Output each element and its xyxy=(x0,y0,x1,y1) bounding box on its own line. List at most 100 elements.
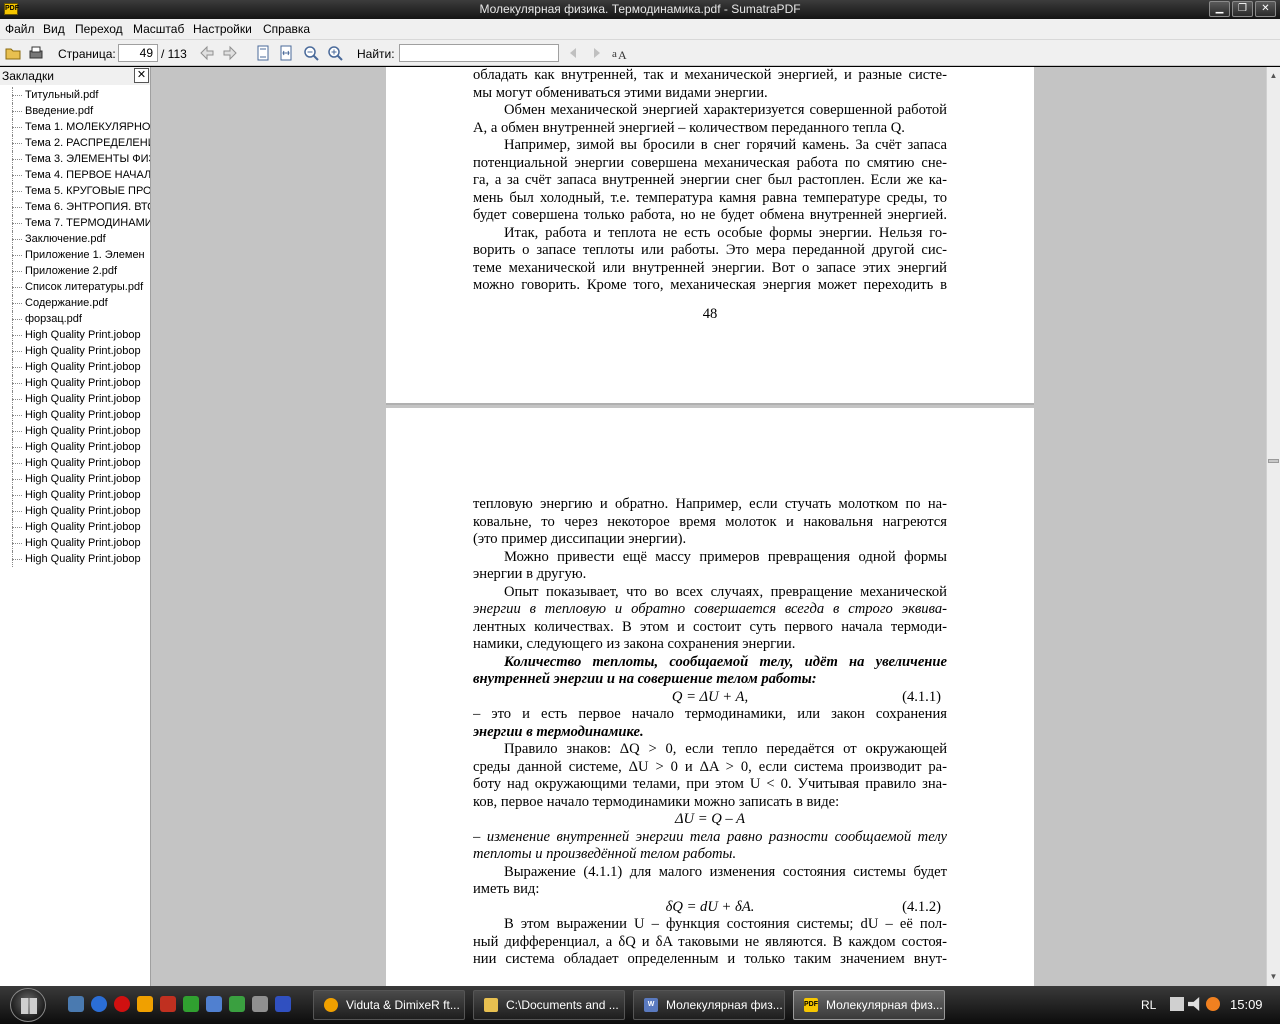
match-case-icon[interactable]: aA xyxy=(611,44,629,62)
media-icon[interactable] xyxy=(183,996,199,1012)
menu-zoom[interactable]: Масштаб xyxy=(133,22,184,36)
menu-file[interactable]: Файл xyxy=(5,22,35,36)
menu-go[interactable]: Переход xyxy=(75,22,123,36)
bookmark-item[interactable]: High Quality Print.jobop xyxy=(0,375,150,391)
page-label: Страница: xyxy=(58,47,116,61)
tray-app-icon[interactable] xyxy=(1206,997,1220,1011)
bookmark-item[interactable]: Приложение 2.pdf xyxy=(0,263,150,279)
document-viewer[interactable]: обладать как внутренней, так и механичес… xyxy=(151,67,1266,986)
find-previous-icon[interactable] xyxy=(565,44,583,62)
text-line: мень был холодный, т.е. температура камн… xyxy=(473,189,947,206)
text-line: энергии в другую. xyxy=(473,566,587,582)
aimp-icon[interactable] xyxy=(137,996,153,1012)
bookmarks-sidebar: Закладки ✕ Титульный.pdf Введение.pdf Тема… xyxy=(0,67,151,986)
task-aimp[interactable]: Viduta & DimixeR ft... xyxy=(313,990,465,1020)
open-folder-icon[interactable] xyxy=(4,44,22,62)
task-label: Viduta & DimixeR ft... xyxy=(346,998,460,1012)
bookmark-item[interactable]: High Quality Print.jobop xyxy=(0,519,150,535)
page48-text: обладать как внутренней, так и механичес… xyxy=(473,67,947,295)
bookmark-item[interactable]: Список литературы.pdf xyxy=(0,279,150,295)
bookmark-item[interactable]: High Quality Print.jobop xyxy=(0,487,150,503)
text-line: теплоты и произведённой телом работы. xyxy=(473,846,737,862)
bookmark-item[interactable]: Заключение.pdf xyxy=(0,231,150,247)
bookmark-item[interactable]: High Quality Print.jobop xyxy=(0,359,150,375)
bookmark-item[interactable]: Титульный.pdf xyxy=(0,87,150,103)
volume-icon[interactable] xyxy=(1188,997,1200,1011)
bookmark-item[interactable]: High Quality Print.jobop xyxy=(0,439,150,455)
next-page-icon[interactable] xyxy=(221,44,239,62)
page-number-input[interactable] xyxy=(118,44,158,62)
scroll-up-icon[interactable]: ▲ xyxy=(1267,69,1280,83)
close-window-button[interactable]: ✕ xyxy=(1255,1,1276,17)
bookmark-item[interactable]: Введение.pdf xyxy=(0,103,150,119)
text-line: энергии в тепловую и обратно совершается… xyxy=(473,601,947,617)
find-label: Найти: xyxy=(357,47,395,61)
maximize-button[interactable]: ❐ xyxy=(1232,1,1253,17)
bookmark-item[interactable]: High Quality Print.jobop xyxy=(0,535,150,551)
bookmark-item[interactable]: Приложение 1. Элемен xyxy=(0,247,150,263)
network-tray-icon[interactable] xyxy=(1170,997,1184,1011)
bookmark-item[interactable]: Содержание.pdf xyxy=(0,295,150,311)
text-line: Например, зимой вы бросили в снег горячи… xyxy=(504,137,947,153)
fit-width-icon[interactable] xyxy=(277,44,295,62)
bookmark-item[interactable]: Тема 7. ТЕРМОДИНАМИ xyxy=(0,215,150,231)
bookmark-item[interactable]: High Quality Print.jobop xyxy=(0,343,150,359)
zoom-out-icon[interactable] xyxy=(302,44,320,62)
app-launcher-icon[interactable] xyxy=(160,996,176,1012)
svg-text:A: A xyxy=(618,48,627,62)
text-line: энергии в термодинамике. xyxy=(473,723,644,740)
fit-page-icon[interactable] xyxy=(254,44,272,62)
show-desktop-icon[interactable] xyxy=(68,996,84,1012)
zoom-in-icon[interactable] xyxy=(326,44,344,62)
bookmark-item[interactable]: Тема 3. ЭЛЕМЕНТЫ ФИЗИ xyxy=(0,151,150,167)
minimize-button[interactable]: ▁ xyxy=(1209,1,1230,17)
bookmark-item[interactable]: Тема 5. КРУГОВЫЕ ПРО xyxy=(0,183,150,199)
bookmark-item[interactable]: High Quality Print.jobop xyxy=(0,423,150,439)
bookmark-item[interactable]: Тема 1. МОЛЕКУЛЯРНО- xyxy=(0,119,150,135)
network-app-icon[interactable] xyxy=(206,996,222,1012)
task-word[interactable]: W Молекулярная физ... xyxy=(633,990,785,1020)
text-line: Количество теплоты, сообщаемой телу, идё… xyxy=(504,653,947,670)
scroll-down-icon[interactable]: ▼ xyxy=(1267,970,1280,984)
task-explorer[interactable]: C:\Documents and ... xyxy=(473,990,625,1020)
bookmark-item[interactable]: форзац.pdf xyxy=(0,311,150,327)
scroll-thumb[interactable] xyxy=(1268,459,1279,463)
menu-settings[interactable]: Настройки xyxy=(193,22,252,36)
close-sidebar-icon[interactable]: ✕ xyxy=(134,68,149,83)
chat-app-icon[interactable] xyxy=(229,996,245,1012)
text-line: можно говорить. Кроме того, механическая… xyxy=(473,277,947,293)
bookmark-item[interactable]: Тема 4. ПЕРВОЕ НАЧАЛО xyxy=(0,167,150,183)
opera-icon[interactable] xyxy=(114,996,130,1012)
bookmarks-header: Закладки ✕ xyxy=(0,67,150,85)
previous-page-icon[interactable] xyxy=(198,44,216,62)
task-sumatra[interactable]: PDF Молекулярная физ... xyxy=(793,990,945,1020)
bookmark-item[interactable]: Тема 2. РАСПРЕДЕЛЕНИ xyxy=(0,135,150,151)
menu-help[interactable]: Справка xyxy=(263,22,310,36)
bookmark-item[interactable]: High Quality Print.jobop xyxy=(0,471,150,487)
start-button[interactable] xyxy=(10,988,46,1022)
bookmark-item[interactable]: High Quality Print.jobop xyxy=(0,551,150,567)
bookmark-item[interactable]: High Quality Print.jobop xyxy=(0,391,150,407)
page-total: / 113 xyxy=(161,47,187,61)
equation-line: δQ = dU + δA. (4.1.2) xyxy=(473,899,947,917)
internet-explorer-icon[interactable] xyxy=(91,996,107,1012)
save-app-icon[interactable] xyxy=(275,996,291,1012)
title-bar[interactable]: PDF Молекулярная физика. Термодинамика.p… xyxy=(0,0,1280,19)
clock[interactable]: 15:09 xyxy=(1230,997,1263,1012)
bookmark-item[interactable]: High Quality Print.jobop xyxy=(0,407,150,423)
find-input[interactable] xyxy=(399,44,559,62)
bookmark-item[interactable]: Тема 6. ЭНТРОПИЯ. ВТО xyxy=(0,199,150,215)
page-number: 48 xyxy=(702,306,718,322)
bookmark-item[interactable]: High Quality Print.jobop xyxy=(0,327,150,343)
language-indicator[interactable]: RL xyxy=(1141,998,1156,1012)
pdf-page-49: тепловую энергию и обратно. Например, ес… xyxy=(386,408,1034,986)
equation-number: (4.1.2) xyxy=(902,898,941,915)
find-next-icon[interactable] xyxy=(587,44,605,62)
tool-app-icon[interactable] xyxy=(252,996,268,1012)
vertical-scrollbar[interactable]: ▲ ▼ xyxy=(1266,67,1280,986)
text-line: теме механической или внутренней энергии… xyxy=(473,259,947,276)
print-icon[interactable] xyxy=(27,44,45,62)
menu-view[interactable]: Вид xyxy=(43,22,65,36)
bookmark-item[interactable]: High Quality Print.jobop xyxy=(0,503,150,519)
bookmark-item[interactable]: High Quality Print.jobop xyxy=(0,455,150,471)
